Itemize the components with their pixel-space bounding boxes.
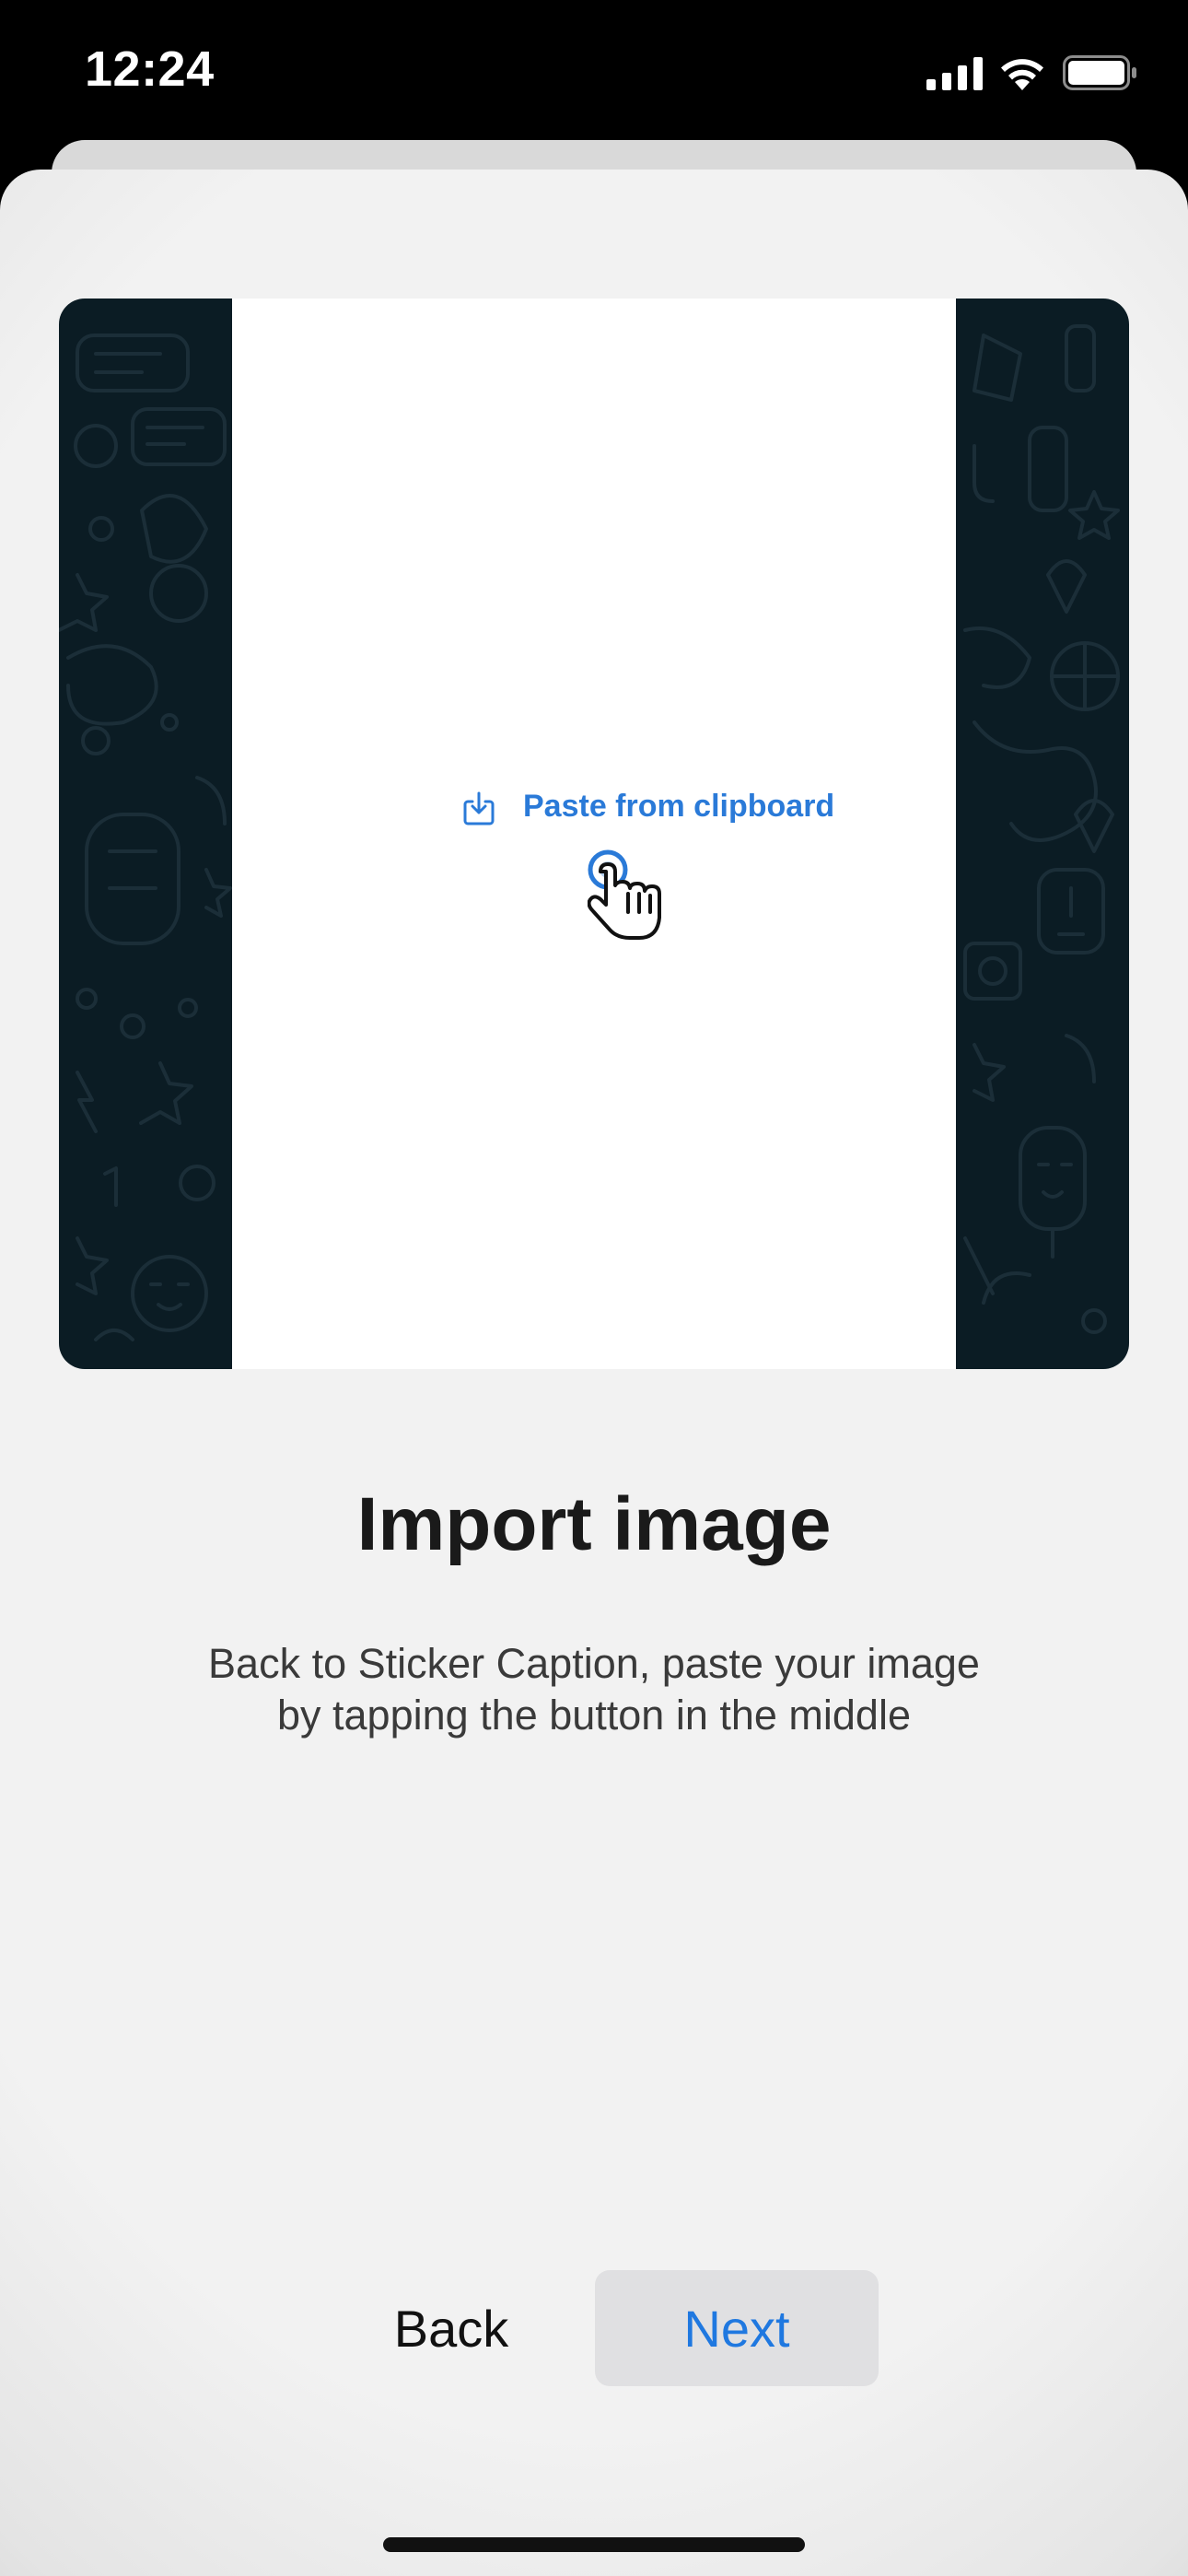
back-button[interactable]: Back — [350, 2270, 553, 2386]
cellular-signal-icon — [926, 57, 983, 90]
chat-wallpaper-pattern-right — [963, 324, 1120, 1334]
tutorial-preview-image: Paste from clipboard — [59, 299, 1129, 1369]
page-title: Import image — [356, 1482, 832, 1566]
hand-pointer-icon — [588, 849, 661, 940]
battery-icon — [1063, 55, 1136, 90]
instruction-line-1: Back to Sticker Caption, paste your imag… — [208, 1640, 980, 1687]
instruction-line-2: by tapping the button in the middle — [277, 1692, 911, 1739]
screen: 12:24 Paste from clipboard Import image … — [0, 0, 1188, 2576]
download-tray-icon — [463, 791, 495, 825]
paste-from-clipboard-label: Paste from clipboard — [523, 789, 835, 824]
status-time: 12:24 — [85, 41, 215, 97]
preview-white-canvas: Paste from clipboard — [232, 299, 956, 1369]
chat-wallpaper-pattern-left — [59, 334, 232, 1341]
instruction-text: Back to Sticker Caption, paste your imag… — [134, 1638, 1054, 1741]
wifi-icon — [1001, 59, 1043, 90]
status-bar: 12:24 — [0, 0, 1188, 138]
home-indicator[interactable] — [383, 2537, 805, 2552]
next-button[interactable]: Next — [595, 2270, 879, 2386]
